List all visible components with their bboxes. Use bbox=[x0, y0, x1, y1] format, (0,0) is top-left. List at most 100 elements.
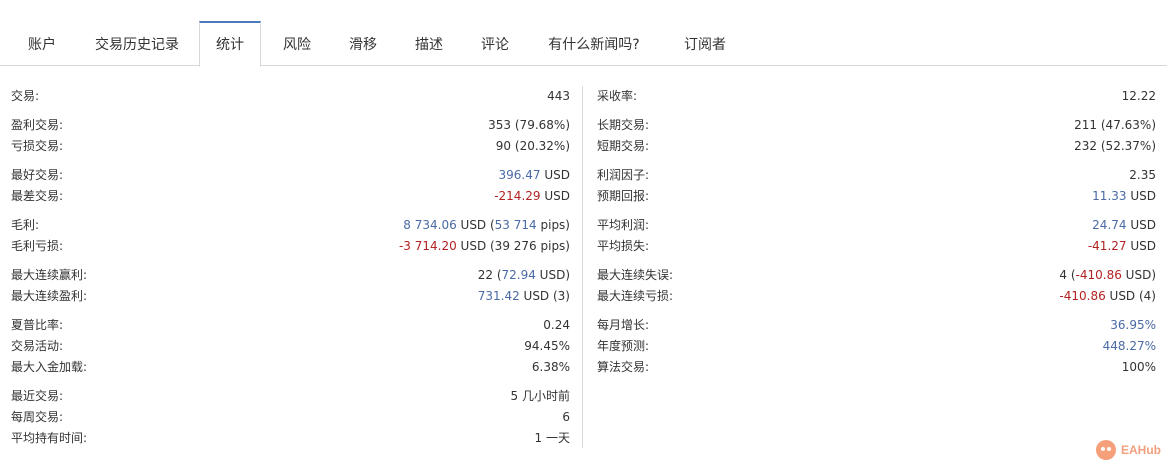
stat-value[interactable]: 448.27% bbox=[1103, 336, 1156, 357]
stats-right-column: 采收率: 12.22 长期交易: 211 (47.63%) 短期交易: 232 … bbox=[597, 86, 1156, 386]
stat-amount[interactable]: 396.47 bbox=[499, 168, 541, 182]
stat-row-long-trades: 长期交易: 211 (47.63%) bbox=[597, 115, 1156, 136]
stat-mid: USD (39 276 pips) bbox=[456, 239, 570, 253]
stat-value: 232 (52.37%) bbox=[1074, 139, 1156, 153]
stat-label: 平均持有时间: bbox=[11, 431, 88, 445]
stats-group: 盈利交易: 353 (79.68%) 亏损交易: 90 (20.32%) bbox=[11, 115, 570, 157]
stat-label: 最大连续失误: bbox=[597, 268, 674, 282]
stats-left-column: 交易: 443 盈利交易: 353 (79.68%) 亏损交易: 90 (20.… bbox=[11, 86, 570, 457]
stat-prefix: 22 ( bbox=[477, 268, 502, 282]
stat-row-recovery: 采收率: 12.22 bbox=[597, 86, 1156, 107]
stat-amount[interactable]: -214.29 bbox=[494, 189, 540, 203]
stat-value: 6 bbox=[562, 410, 570, 424]
eahub-logo-icon bbox=[1096, 440, 1116, 460]
stat-row-sharpe: 夏普比率: 0.24 bbox=[11, 315, 570, 336]
tab-reviews[interactable]: 评论 bbox=[474, 22, 516, 66]
tab-trade-history[interactable]: 交易历史记录 bbox=[83, 22, 191, 66]
stat-label: 亏损交易: bbox=[11, 139, 64, 153]
stat-row-avg-holding: 平均持有时间: 1 一天 bbox=[11, 428, 570, 449]
stat-amount[interactable]: 731.42 bbox=[478, 289, 520, 303]
stat-label: 每周交易: bbox=[11, 410, 64, 424]
stat-value: -214.29 USD bbox=[494, 186, 570, 207]
stat-value: 24.74 USD bbox=[1092, 215, 1156, 236]
tab-slippage[interactable]: 滑移 bbox=[342, 22, 384, 66]
stat-label: 算法交易: bbox=[597, 360, 650, 374]
stat-value: 396.47 USD bbox=[499, 165, 570, 186]
stat-mid: USD ( bbox=[456, 218, 495, 232]
stat-label: 年度预测: bbox=[597, 339, 650, 353]
stat-row-annual-forecast: 年度预测: 448.27% bbox=[597, 336, 1156, 357]
eahub-watermark: EAHub bbox=[1096, 440, 1161, 460]
stat-row-monthly-growth: 每月增长: 36.95% bbox=[597, 315, 1156, 336]
stat-value: 4 (-410.86 USD) bbox=[1059, 265, 1156, 286]
stats-group: 长期交易: 211 (47.63%) 短期交易: 232 (52.37%) bbox=[597, 115, 1156, 157]
stat-row-worst-trade: 最差交易: -214.29 USD bbox=[11, 186, 570, 207]
stat-suffix: USD) bbox=[535, 268, 570, 282]
stat-label: 每月增长: bbox=[597, 318, 650, 332]
stat-suffix: pips) bbox=[536, 218, 570, 232]
stat-label: 平均利润: bbox=[597, 218, 650, 232]
stat-value: 0.24 bbox=[543, 318, 570, 332]
tab-statistics[interactable]: 统计 bbox=[199, 21, 261, 67]
stat-label: 最大连续亏损: bbox=[597, 289, 674, 303]
stat-label: 利润因子: bbox=[597, 168, 650, 182]
stat-value: 6.38% bbox=[531, 360, 570, 374]
stat-label: 长期交易: bbox=[597, 118, 650, 132]
stat-value: 90 (20.32%) bbox=[495, 139, 570, 153]
stat-amount[interactable]: -3 714.20 bbox=[399, 239, 457, 253]
stat-label: 最大连续赢利: bbox=[11, 268, 88, 282]
stat-amount[interactable]: -410.86 bbox=[1076, 268, 1122, 282]
stat-value: 22 (72.94 USD) bbox=[478, 265, 570, 286]
stat-label: 交易: bbox=[11, 89, 40, 103]
stat-value: 211 (47.63%) bbox=[1074, 118, 1156, 132]
stat-pips: 53 714 bbox=[494, 218, 537, 232]
stat-amount[interactable]: 72.94 bbox=[502, 268, 536, 282]
stat-suffix: USD bbox=[1126, 189, 1156, 203]
stat-amount[interactable]: 24.74 bbox=[1092, 218, 1126, 232]
stat-label: 最差交易: bbox=[11, 189, 64, 203]
tab-risk[interactable]: 风险 bbox=[276, 22, 318, 66]
tab-bar: 账户 交易历史记录 统计 风险 滑移 描述 评论 有什么新闻吗? 订阅者 bbox=[0, 0, 1167, 67]
stat-label: 毛利: bbox=[11, 218, 40, 232]
stat-prefix: 4 ( bbox=[1059, 268, 1076, 282]
tab-news[interactable]: 有什么新闻吗? bbox=[540, 22, 648, 66]
stat-row-algo-trading: 算法交易: 100% bbox=[597, 357, 1156, 378]
stat-label: 最好交易: bbox=[11, 168, 64, 182]
stat-amount[interactable]: -41.27 bbox=[1088, 239, 1127, 253]
stat-amount[interactable]: 8 734.06 bbox=[403, 218, 456, 232]
stat-value: 443 bbox=[547, 89, 570, 103]
stat-value: 353 (79.68%) bbox=[488, 118, 570, 132]
stat-label: 最大连续盈利: bbox=[11, 289, 88, 303]
stat-suffix: USD (3) bbox=[519, 289, 570, 303]
stat-suffix: USD bbox=[540, 168, 570, 182]
stats-group: 交易: 443 bbox=[11, 86, 570, 107]
stat-label: 盈利交易: bbox=[11, 118, 64, 132]
stat-row-avg-loss: 平均损失: -41.27 USD bbox=[597, 236, 1156, 257]
stats-group: 夏普比率: 0.24 交易活动: 94.45% 最大入金加载: 6.38% bbox=[11, 315, 570, 378]
stats-group: 最好交易: 396.47 USD 最差交易: -214.29 USD bbox=[11, 165, 570, 207]
stat-value: -3 714.20 USD (39 276 pips) bbox=[399, 236, 570, 257]
stat-suffix: USD bbox=[1126, 218, 1156, 232]
stat-value: -41.27 USD bbox=[1088, 236, 1156, 257]
tab-subscribers[interactable]: 订阅者 bbox=[677, 22, 733, 66]
stat-amount[interactable]: -410.86 bbox=[1059, 289, 1105, 303]
stat-row-trades-per-week: 每周交易: 6 bbox=[11, 407, 570, 428]
stat-label: 最近交易: bbox=[11, 389, 64, 403]
stat-row-max-consec-losses: 最大连续失误: 4 (-410.86 USD) bbox=[597, 265, 1156, 286]
tab-description[interactable]: 描述 bbox=[408, 22, 450, 66]
tab-account[interactable]: 账户 bbox=[21, 22, 63, 66]
stat-row-short-trades: 短期交易: 232 (52.37%) bbox=[597, 136, 1156, 157]
stat-row-max-consec-loss: 最大连续亏损: -410.86 USD (4) bbox=[597, 286, 1156, 307]
stat-label: 平均损失: bbox=[597, 239, 650, 253]
stat-value[interactable]: 36.95% bbox=[1110, 315, 1156, 336]
stat-row-gross-loss: 毛利亏损: -3 714.20 USD (39 276 pips) bbox=[11, 236, 570, 257]
stat-value: 5 几小时前 bbox=[510, 389, 570, 403]
stat-row-activity: 交易活动: 94.45% bbox=[11, 336, 570, 357]
stat-value: 2.35 bbox=[1129, 168, 1156, 182]
stat-suffix: USD bbox=[1126, 239, 1156, 253]
stat-value: -410.86 USD (4) bbox=[1059, 286, 1156, 307]
stat-amount[interactable]: 11.33 bbox=[1092, 189, 1126, 203]
stat-row-profit-trades: 盈利交易: 353 (79.68%) bbox=[11, 115, 570, 136]
stats-group: 每月增长: 36.95% 年度预测: 448.27% 算法交易: 100% bbox=[597, 315, 1156, 378]
stat-row-loss-trades: 亏损交易: 90 (20.32%) bbox=[11, 136, 570, 157]
